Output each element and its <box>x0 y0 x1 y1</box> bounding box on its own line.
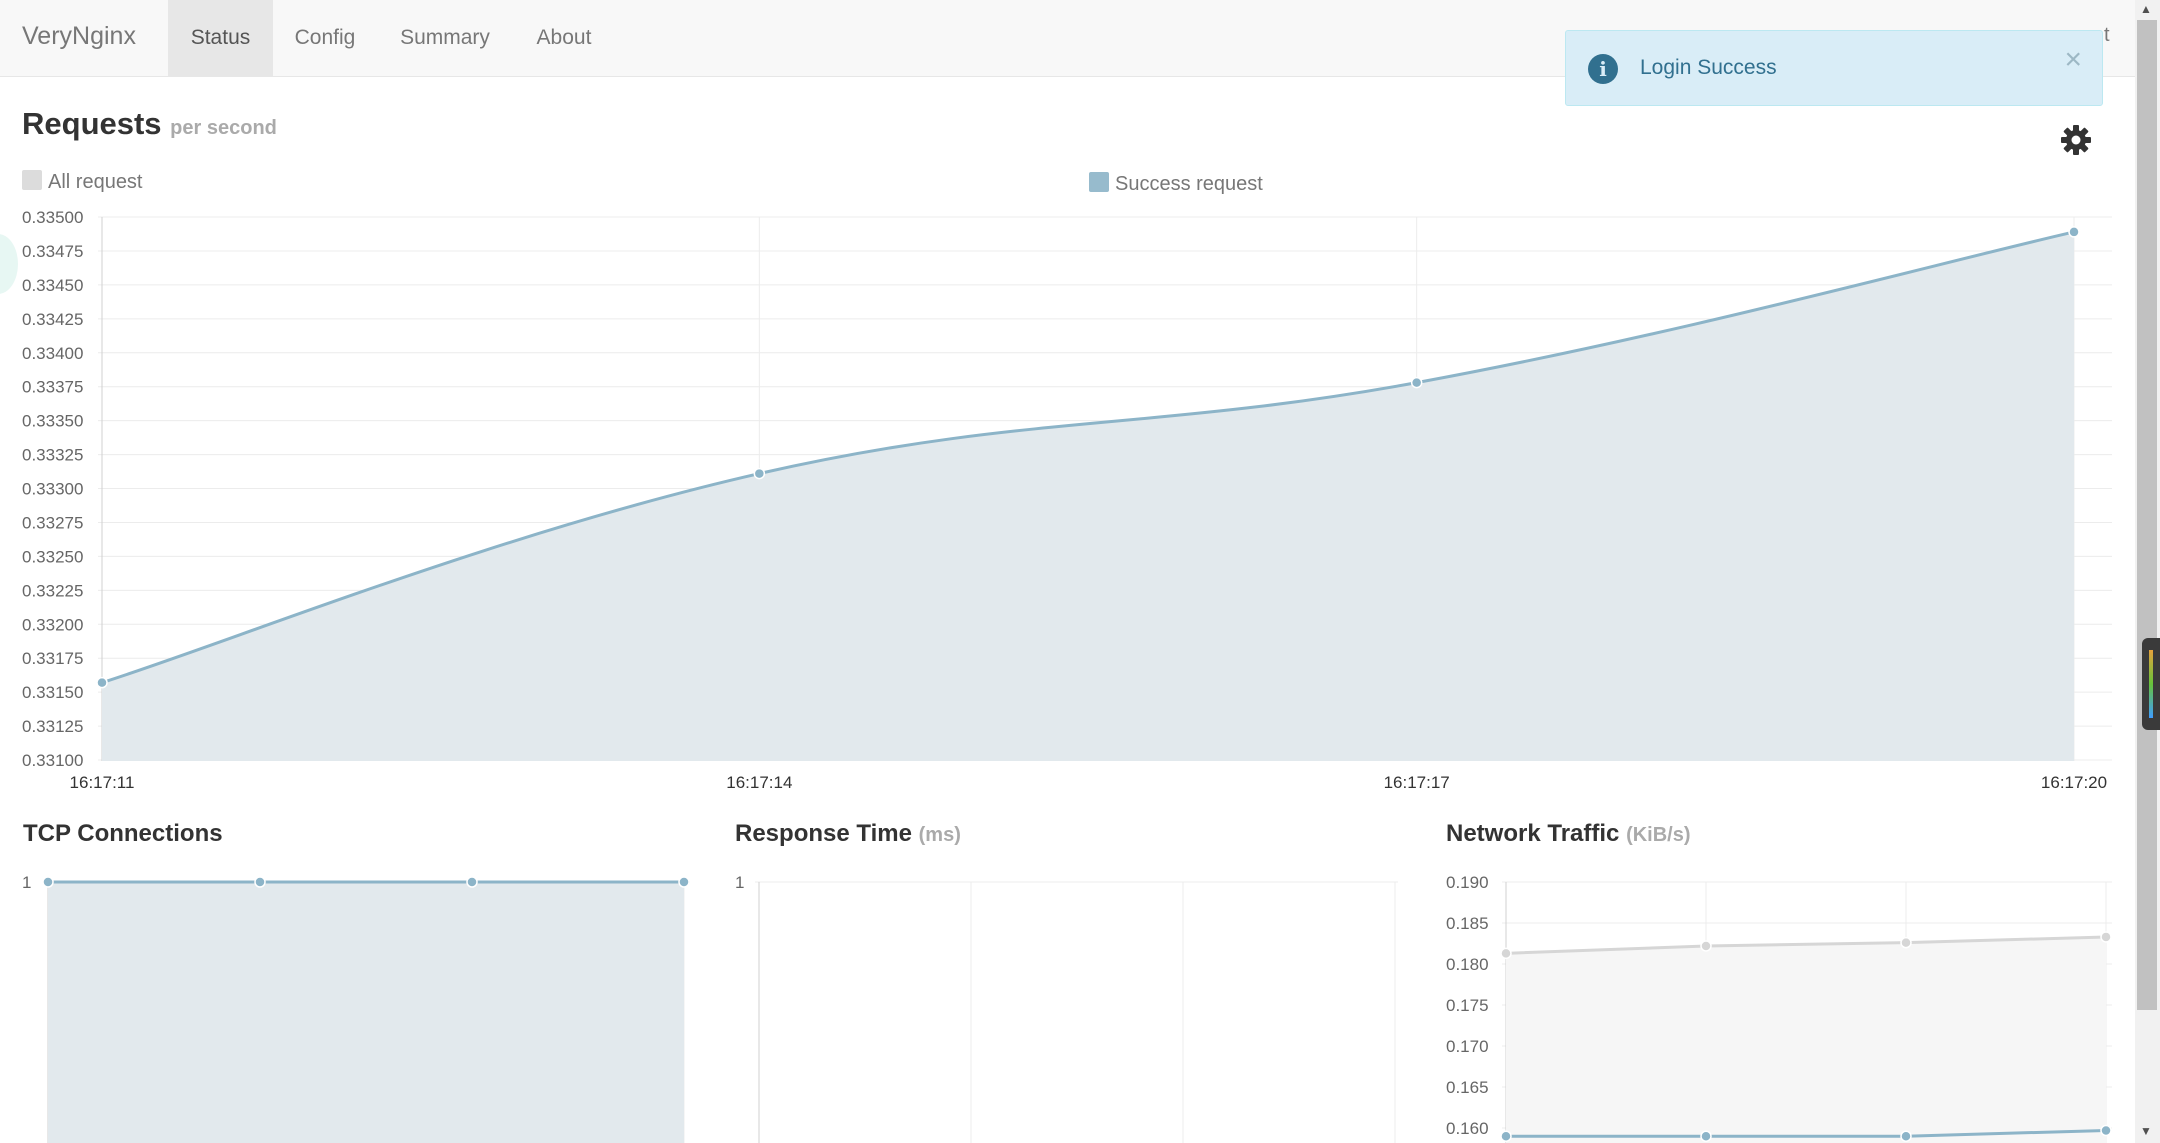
legend-swatch <box>22 170 42 190</box>
gear-icon[interactable] <box>2060 124 2092 156</box>
data-point <box>678 876 690 888</box>
nav-right-link[interactable]: t <box>2104 24 2110 47</box>
y-tick-label: 0.33225 <box>22 581 83 600</box>
traffic-chart: 0.190 0.185 0.180 0.175 0.170 0.165 0.160 <box>1446 873 2112 1143</box>
x-tick-label: 16:17:17 <box>1384 773 1450 792</box>
y-tick-label: 1 <box>22 873 31 892</box>
x-tick-label: 16:17:14 <box>726 773 792 792</box>
y-tick-label: 0.33425 <box>22 310 83 329</box>
y-tick-label: 0.170 <box>1446 1037 1489 1056</box>
y-tick-label: 0.33500 <box>22 208 83 227</box>
y-tick-label: 0.33300 <box>22 480 83 499</box>
series-area <box>102 231 2074 761</box>
series-area <box>48 882 684 1143</box>
y-tick-label: 0.160 <box>1446 1119 1489 1138</box>
alert-message: Login Success <box>1640 56 1777 79</box>
nav-status[interactable]: Status <box>168 0 273 76</box>
y-tick-label: 0.185 <box>1446 914 1489 933</box>
data-point <box>466 876 478 888</box>
traffic-subtitle: (KiB/s) <box>1626 824 1691 846</box>
scrollbar-thumb[interactable] <box>2137 20 2157 1010</box>
data-point <box>2100 1124 2112 1137</box>
legend-swatch <box>1089 172 1109 192</box>
response-chart: 1 <box>735 873 1398 1143</box>
data-point <box>42 876 54 888</box>
legend-success-request[interactable]: Success request <box>1089 172 1263 196</box>
data-point <box>1700 1130 1712 1142</box>
response-subtitle: (ms) <box>918 824 961 846</box>
nav-about[interactable]: About <box>522 0 606 76</box>
brand-logo[interactable]: VeryNginx <box>22 22 136 51</box>
data-point <box>1900 936 1912 949</box>
y-tick-label: 0.190 <box>1446 873 1489 892</box>
info-circle-icon: i <box>1588 54 1618 84</box>
y-tick-label: 0.33100 <box>22 751 83 770</box>
y-tick-label: 0.33150 <box>22 683 83 702</box>
y-tick-label: 1 <box>735 873 744 892</box>
requests-chart: 0.33500 0.33475 0.33450 0.33425 0.33400 0.333… <box>22 208 2112 792</box>
data-point <box>1410 376 1423 389</box>
data-point <box>753 467 766 480</box>
data-point <box>2100 931 2112 943</box>
nav-summary[interactable]: Summary <box>390 0 500 76</box>
y-tick-label: 0.33200 <box>22 615 83 634</box>
data-point <box>2068 226 2080 238</box>
tcp-title: TCP Connections <box>23 820 223 847</box>
alert-close-button[interactable]: × <box>2064 45 2082 75</box>
y-tick-label: 0.175 <box>1446 996 1489 1015</box>
y-tick-label: 0.33125 <box>22 717 83 736</box>
tcp-chart: 1 <box>22 873 690 1143</box>
y-tick-label: 0.33325 <box>22 446 83 465</box>
data-point <box>254 876 266 888</box>
data-point <box>1500 1130 1512 1142</box>
login-alert: i Login Success × <box>1565 30 2103 106</box>
y-tick-label: 0.33450 <box>22 276 83 295</box>
data-point <box>1900 1130 1912 1142</box>
requests-title: Requests per second <box>22 106 277 141</box>
data-point <box>1700 940 1712 952</box>
data-point <box>1500 947 1512 960</box>
x-tick-label: 16:17:11 <box>70 773 135 792</box>
y-tick-label: 0.33350 <box>22 412 83 431</box>
x-tick-label: 16:17:20 <box>2041 773 2107 792</box>
y-tick-label: 0.180 <box>1446 955 1489 974</box>
response-title: Response Time (ms) <box>735 820 961 847</box>
y-tick-label: 0.33375 <box>22 378 83 397</box>
series-area <box>1506 936 2106 1143</box>
y-tick-label: 0.33250 <box>22 547 83 566</box>
y-tick-label: 0.165 <box>1446 1078 1489 1097</box>
traffic-title: Network Traffic (KiB/s) <box>1446 820 1691 847</box>
scroll-up-arrow[interactable]: ▲ <box>2140 2 2152 16</box>
y-tick-label: 0.33475 <box>22 242 83 261</box>
requests-subtitle: per second <box>170 117 277 139</box>
y-tick-label: 0.33175 <box>22 649 83 668</box>
nav-config[interactable]: Config <box>282 0 368 76</box>
legend-all-request[interactable]: All request <box>22 170 143 194</box>
data-point <box>96 676 108 689</box>
scroll-down-arrow[interactable]: ▼ <box>2140 1124 2152 1138</box>
side-panel-handle[interactable] <box>2142 638 2160 730</box>
y-tick-label: 0.33400 <box>22 344 83 363</box>
y-tick-label: 0.33275 <box>22 513 83 532</box>
